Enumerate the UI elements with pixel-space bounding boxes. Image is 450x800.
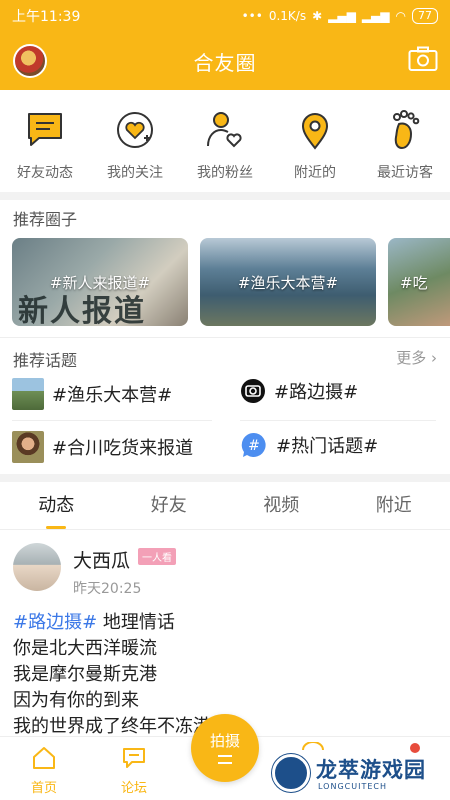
svg-text:#: # xyxy=(248,438,260,454)
network-speed: 0.1K/s xyxy=(268,9,307,23)
quick-nav-friend-feed[interactable]: 好友动态 xyxy=(0,100,90,188)
nav-label: 首页 xyxy=(30,781,57,796)
quick-nav-label: 附近的 xyxy=(294,165,336,181)
bluetooth-icon: ✱ xyxy=(312,9,323,23)
topic-thumbnail xyxy=(12,378,44,410)
post-line: 我是摩尔曼斯克港 xyxy=(13,664,157,685)
watermark-logo-icon xyxy=(272,754,310,792)
tab-nearby[interactable]: 附近 xyxy=(338,484,450,529)
divider xyxy=(0,337,450,338)
quick-nav-label: 最近访客 xyxy=(377,165,433,181)
post-content: #路边摄# 地理情话 你是北大西洋暖流 我是摩尔曼斯克港 因为有你的到来 我的世… xyxy=(13,610,226,740)
wifi-icon: ◠ xyxy=(395,9,406,23)
page-title: 合友圈 xyxy=(193,50,257,75)
circle-card-caption: #吃 xyxy=(400,274,428,292)
battery-icon: 77 xyxy=(412,8,438,24)
topic-label: #热门话题# xyxy=(276,436,379,457)
post-visibility-badge: 一人看 xyxy=(138,548,176,565)
quick-nav-label: 好友动态 xyxy=(17,165,73,181)
menu-lines-icon xyxy=(218,755,232,764)
status-time: 上午11:39 xyxy=(12,9,81,25)
location-pin-icon xyxy=(301,113,329,150)
nav-home[interactable]: 首页 xyxy=(14,745,74,796)
chat-bubble-icon xyxy=(28,113,62,146)
post-timestamp: 昨天20:25 xyxy=(73,581,142,597)
home-icon xyxy=(33,747,55,769)
circle-card[interactable]: #渔乐大本营# xyxy=(200,238,376,326)
watermark-subtext: LONGCUITECH xyxy=(318,782,387,791)
camera-topic-icon xyxy=(241,379,265,403)
feed-tabs: 动态 好友 视频 附近 xyxy=(0,484,450,530)
divider xyxy=(240,420,436,421)
topic-thumbnail xyxy=(12,431,44,463)
tab-video[interactable]: 视频 xyxy=(225,484,338,529)
quick-nav-label: 我的粉丝 xyxy=(197,165,253,181)
topic-item[interactable]: #合川吃货来报道 xyxy=(12,431,193,463)
recommend-circles-title: 推荐圈子 xyxy=(13,210,78,229)
post-author-avatar[interactable] xyxy=(13,543,61,591)
topic-label: #渔乐大本营# xyxy=(52,385,173,406)
topic-label: #路边摄# xyxy=(274,382,359,403)
topic-label: #合川吃货来报道 xyxy=(52,438,194,459)
quick-nav-following[interactable]: 我的关注 xyxy=(90,100,180,188)
heart-plus-icon xyxy=(117,112,153,148)
post-line: 你是北大西洋暖流 xyxy=(13,638,157,659)
more-label: 更多 xyxy=(396,349,427,367)
signal-icon: ▂▄▆ xyxy=(328,9,356,23)
post-line: 因为有你的到来 xyxy=(13,690,139,711)
quick-nav-fans[interactable]: 我的粉丝 xyxy=(180,100,270,188)
hashtag-icon: # xyxy=(241,432,266,457)
app-header: 合友圈 xyxy=(0,32,450,90)
topic-item[interactable]: #渔乐大本营# xyxy=(12,378,172,410)
recommend-topics-title: 推荐话题 xyxy=(13,351,78,370)
topic-item[interactable]: #路边摄# xyxy=(240,378,358,404)
divider xyxy=(12,420,212,421)
circle-card[interactable]: 新人报道 #新人来报道# xyxy=(12,238,188,326)
status-indicators: ••• 0.1K/s ✱ ▂▄▆ ▂▄▆ ◠ 77 xyxy=(242,8,438,24)
footprint-icon xyxy=(393,110,420,150)
tab-friends[interactable]: 好友 xyxy=(113,484,226,529)
shoot-label: 拍摄 xyxy=(209,732,240,750)
quick-nav-nearby[interactable]: 附近的 xyxy=(270,100,360,188)
status-bar: 上午11:39 ••• 0.1K/s ✱ ▂▄▆ ▂▄▆ ◠ 77 xyxy=(0,0,450,32)
shoot-button[interactable]: 拍摄 xyxy=(191,714,259,782)
post-hashtag[interactable]: #路边摄# xyxy=(13,612,97,633)
post-title-text: 地理情话 xyxy=(97,612,175,633)
recommend-circles-list: 新人报道 #新人来报道# #渔乐大本营# #吃 xyxy=(12,238,450,328)
more-dots-icon: ••• xyxy=(241,9,263,23)
topic-item[interactable]: # #热门话题# xyxy=(240,431,378,459)
circle-card[interactable]: #吃 xyxy=(388,238,450,326)
signal-icon-2: ▂▄▆ xyxy=(361,9,390,23)
circle-card-caption: #渔乐大本营# xyxy=(237,274,339,292)
quick-nav-label: 我的关注 xyxy=(107,165,163,181)
nav-label: 论坛 xyxy=(120,781,147,796)
post-author-name[interactable]: 大西瓜 xyxy=(73,546,130,573)
quick-nav-visitors[interactable]: 最近访客 xyxy=(360,100,450,188)
circle-card-caption: #新人来报道# xyxy=(49,274,151,292)
chevron-right-icon: › xyxy=(431,349,437,367)
camera-icon[interactable] xyxy=(408,46,438,72)
watermark: 龙萃游戏园 LONGCUITECH xyxy=(272,752,442,796)
watermark-text: 龙萃游戏园 xyxy=(316,758,426,782)
nav-forum[interactable]: 论坛 xyxy=(104,745,164,796)
more-topics-link[interactable]: 更多 › xyxy=(396,347,437,368)
person-heart-icon xyxy=(207,112,242,148)
section-divider xyxy=(0,474,450,482)
user-avatar[interactable] xyxy=(13,44,47,78)
tab-dynamic[interactable]: 动态 xyxy=(0,484,113,529)
quick-nav: 好友动态 我的关注 我的粉丝 附近的 最近访客 xyxy=(0,100,450,188)
forum-icon xyxy=(123,748,145,768)
section-divider xyxy=(0,192,450,200)
